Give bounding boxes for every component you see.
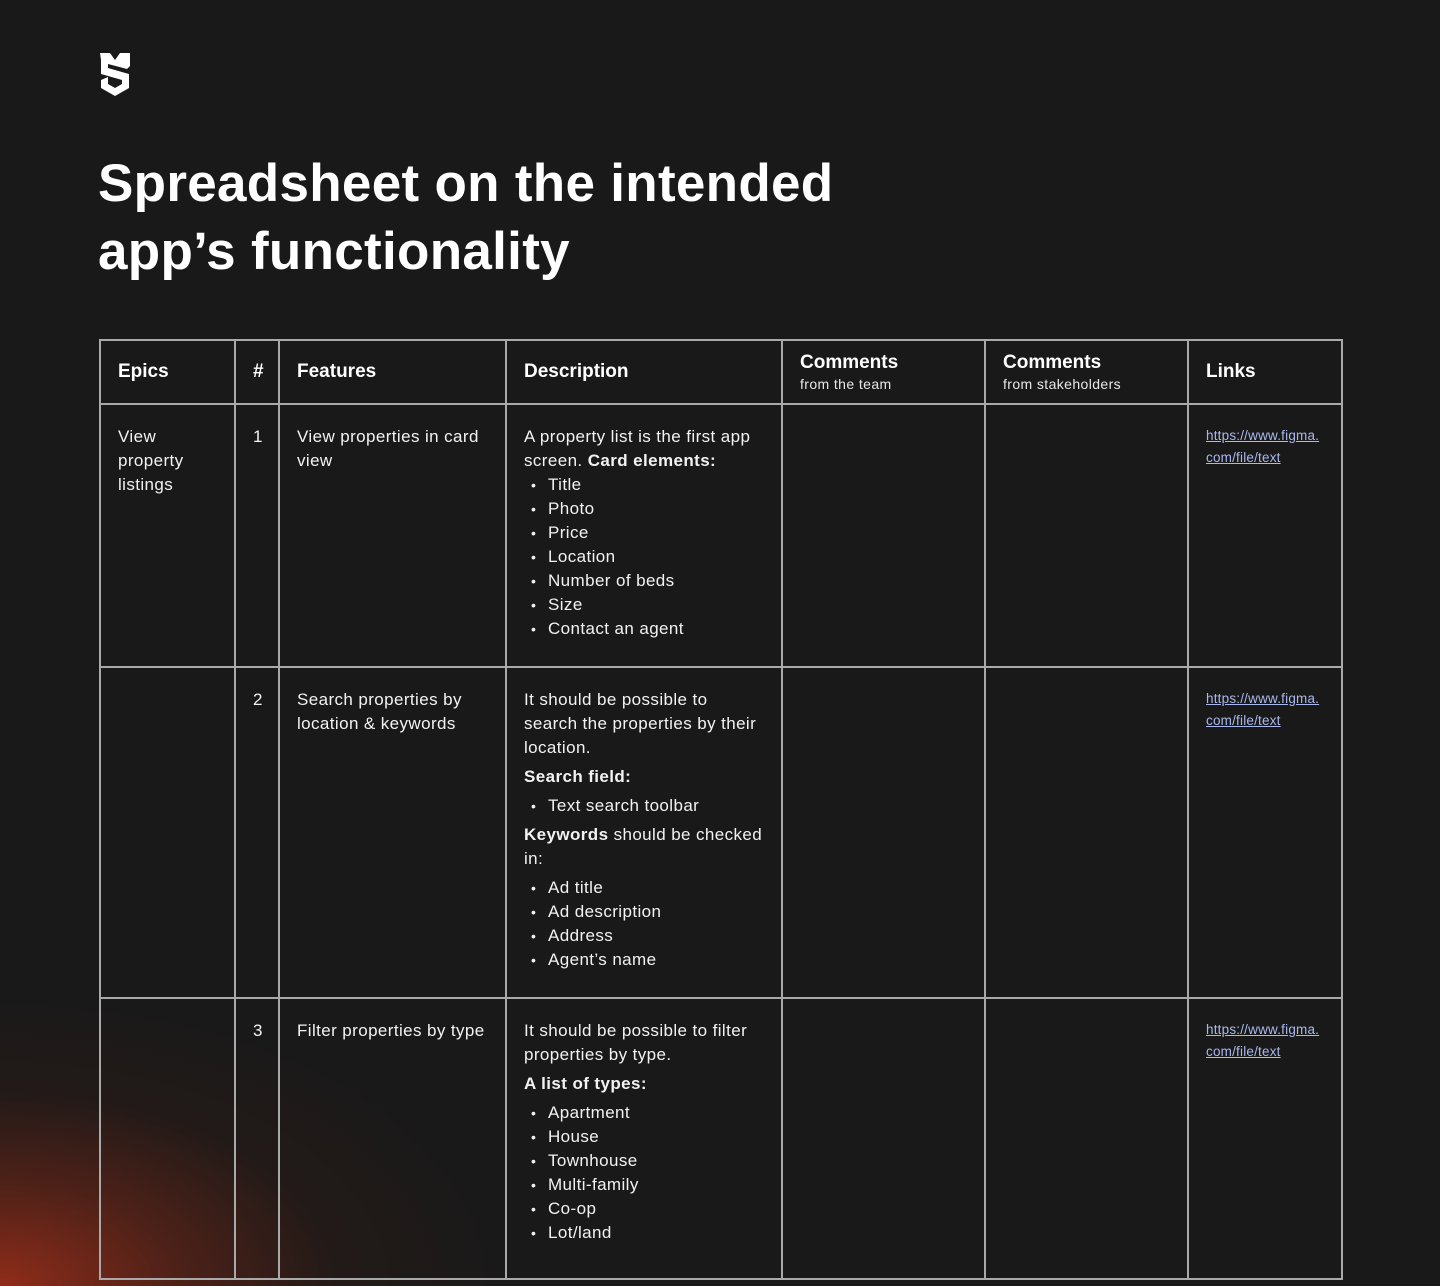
feature-cell: Search properties by location & keywords — [278, 666, 507, 999]
comments-team-cell[interactable] — [781, 666, 986, 999]
figma-link[interactable]: https://www.figma.com/file/text — [1206, 1019, 1324, 1063]
types-list-label: A list of types: — [524, 1074, 647, 1093]
keywords-list: Ad title Ad description Address Agent’s … — [524, 876, 764, 972]
list-item: Agent’s name — [524, 948, 764, 972]
epic-cell — [99, 997, 236, 1280]
description-intro: It should be possible to filter properti… — [524, 1021, 748, 1064]
header-features: Features — [278, 339, 507, 405]
list-item: Ad title — [524, 876, 764, 900]
header-links: Links — [1187, 339, 1343, 405]
link-cell: https://www.figma.com/file/text — [1187, 997, 1343, 1280]
keywords-bold-label: Keywords — [524, 825, 609, 844]
list-item: Location — [524, 545, 764, 569]
comments-stakeholders-cell[interactable] — [984, 997, 1189, 1280]
list-item: Ad description — [524, 900, 764, 924]
list-item: Lot/land — [524, 1221, 764, 1245]
description-intro: A property list is the first app screen.… — [524, 427, 751, 470]
feature-cell: Filter properties by type — [278, 997, 507, 1280]
description-cell: A property list is the first app screen.… — [505, 403, 783, 668]
header-number: # — [234, 339, 280, 405]
list-item: Text search toolbar — [524, 794, 764, 818]
header-comments-stakeholders-sub: from stakeholders — [1003, 376, 1122, 392]
list-item: Number of beds — [524, 569, 764, 593]
comments-stakeholders-cell[interactable] — [984, 403, 1189, 668]
shield-s-logo-icon — [100, 53, 130, 96]
search-field-label: Search field: — [524, 767, 632, 786]
number-cell: 3 — [234, 997, 280, 1280]
header-comments-stakeholders-title: Comments — [1003, 352, 1102, 373]
figma-link[interactable]: https://www.figma.com/file/text — [1206, 688, 1324, 732]
figma-link[interactable]: https://www.figma.com/file/text — [1206, 425, 1324, 469]
table-row: 3 Filter properties by type It should be… — [99, 997, 1343, 1280]
header-comments-team-title: Comments — [800, 352, 899, 373]
header-comments-team-sub: from the team — [800, 376, 892, 392]
list-item: Apartment — [524, 1101, 764, 1125]
keywords-text: Keywords should be checked in: — [524, 825, 763, 868]
functionality-spreadsheet: Epics # Features Description Comments fr… — [99, 339, 1343, 1280]
list-item: House — [524, 1125, 764, 1149]
page-title: Spreadsheet on the intended app’s functi… — [98, 150, 998, 286]
comments-team-cell[interactable] — [781, 997, 986, 1280]
list-item: Contact an agent — [524, 617, 764, 641]
table-row: 2 Search properties by location & keywor… — [99, 666, 1343, 999]
link-cell: https://www.figma.com/file/text — [1187, 666, 1343, 999]
title-line-1: Spreadsheet on the intended — [98, 154, 834, 213]
search-field-list: Text search toolbar — [524, 794, 764, 818]
title-line-2: app’s functionality — [98, 222, 570, 281]
table-row: View property listings 1 View properties… — [99, 403, 1343, 668]
header-comments-team: Comments from the team — [781, 339, 986, 405]
description-bold-label: Card elements: — [587, 451, 717, 470]
list-item: Title — [524, 473, 764, 497]
list-item: Size — [524, 593, 764, 617]
link-cell: https://www.figma.com/file/text — [1187, 403, 1343, 668]
header-comments-stakeholders: Comments from stakeholders — [984, 339, 1189, 405]
list-item: Address — [524, 924, 764, 948]
description-cell: It should be possible to filter properti… — [505, 997, 783, 1280]
number-cell: 2 — [234, 666, 280, 999]
epic-cell: View property listings — [99, 403, 236, 668]
types-list: Apartment House Townhouse Multi-family C… — [524, 1101, 764, 1245]
description-intro: It should be possible to search the prop… — [524, 690, 757, 757]
card-elements-list: Title Photo Price Location Number of bed… — [524, 473, 764, 641]
feature-cell: View properties in card view — [278, 403, 507, 668]
description-cell: It should be possible to search the prop… — [505, 666, 783, 999]
epic-cell — [99, 666, 236, 999]
header-description: Description — [505, 339, 783, 405]
number-cell: 1 — [234, 403, 280, 668]
list-item: Co-op — [524, 1197, 764, 1221]
list-item: Photo — [524, 497, 764, 521]
list-item: Price — [524, 521, 764, 545]
header-row: Epics # Features Description Comments fr… — [99, 339, 1343, 405]
list-item: Multi-family — [524, 1173, 764, 1197]
list-item: Townhouse — [524, 1149, 764, 1173]
comments-team-cell[interactable] — [781, 403, 986, 668]
header-epics: Epics — [99, 339, 236, 405]
comments-stakeholders-cell[interactable] — [984, 666, 1189, 999]
